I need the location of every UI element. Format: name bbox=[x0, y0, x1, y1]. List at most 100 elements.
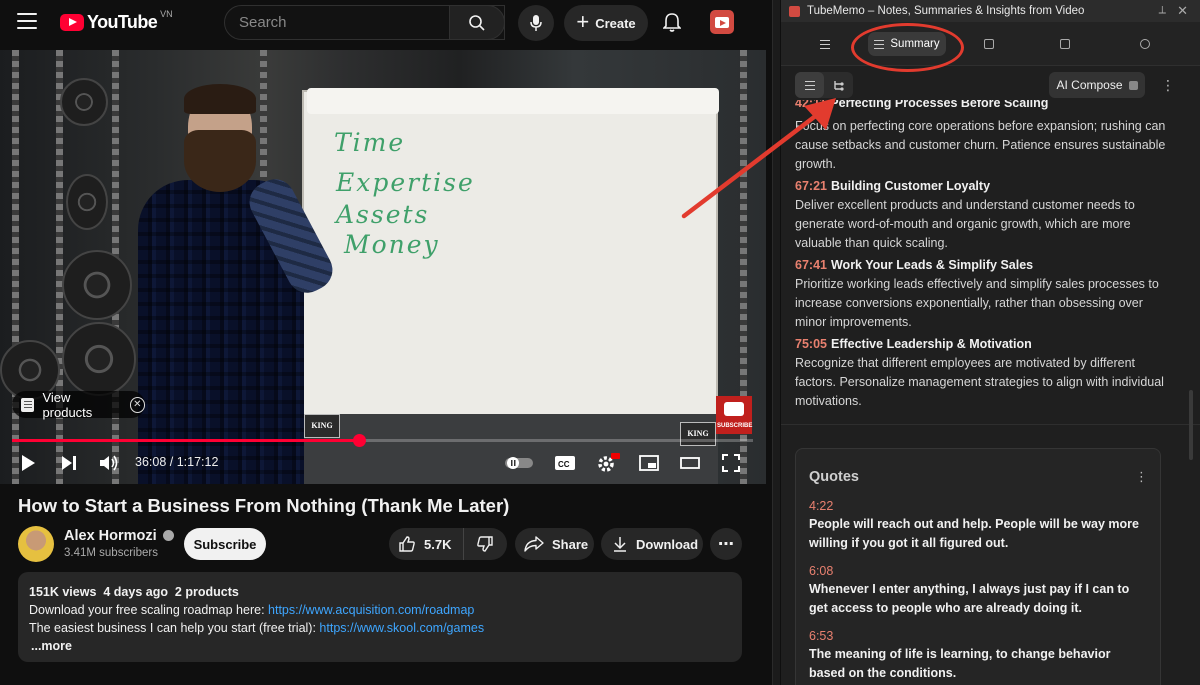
notes-icon bbox=[1060, 39, 1070, 49]
settings-button[interactable] bbox=[596, 451, 620, 475]
download-button[interactable]: Download bbox=[601, 528, 703, 560]
more-actions-button[interactable]: ⋯ bbox=[710, 528, 742, 560]
quote-timestamp[interactable]: 6:53 bbox=[809, 629, 1147, 643]
notifications-button[interactable] bbox=[658, 8, 686, 36]
roadmap-link[interactable]: https://www.acquisition.com/roadmap bbox=[268, 603, 474, 617]
subscriber-count: 3.41M subscribers bbox=[64, 547, 158, 559]
video-player[interactable]: Time Expertise Assets Money KING KING Vi… bbox=[0, 50, 766, 484]
channel-avatar[interactable] bbox=[18, 526, 54, 562]
summary-timestamp[interactable]: 67:41 bbox=[795, 258, 827, 272]
miniplayer-button[interactable] bbox=[638, 451, 660, 475]
like-count: 5.7K bbox=[424, 536, 452, 552]
play-button[interactable] bbox=[18, 451, 38, 475]
svg-text:CC: CC bbox=[558, 460, 570, 469]
download-label: Download bbox=[636, 536, 699, 552]
quote-text: Whenever I enter anything, I always just… bbox=[809, 582, 1130, 615]
create-button[interactable]: + Create bbox=[564, 5, 648, 41]
plus-icon: + bbox=[576, 9, 590, 34]
quote-text: The meaning of life is learning, to chan… bbox=[809, 647, 1111, 680]
more-vertical-icon[interactable]: ⋮ bbox=[1161, 77, 1175, 93]
dislike-button[interactable] bbox=[464, 528, 506, 560]
transcript-icon bbox=[820, 39, 830, 49]
panel-scrollbar[interactable] bbox=[1189, 390, 1193, 460]
youtube-header: YouTube VN Search + Create bbox=[0, 0, 766, 46]
summary-section: 67:41 Work Your Leads & Simplify Sales Pr… bbox=[795, 256, 1175, 332]
skool-link[interactable]: https://www.skool.com/games bbox=[319, 621, 484, 635]
view-products-button[interactable]: View products ✕ bbox=[12, 389, 145, 420]
youtube-logo[interactable]: YouTube VN bbox=[60, 9, 173, 32]
tab-transcript[interactable] bbox=[811, 32, 839, 56]
voice-search-button[interactable] bbox=[518, 5, 554, 41]
whiteboard-text: Assets bbox=[336, 200, 430, 229]
whiteboard-text: Expertise bbox=[336, 168, 475, 197]
autoplay-toggle[interactable] bbox=[504, 451, 534, 475]
quote-timestamp[interactable]: 6:08 bbox=[809, 564, 1147, 578]
subscribe-watermark[interactable] bbox=[716, 396, 752, 434]
channel-name[interactable]: Alex Hormozi bbox=[64, 528, 174, 544]
country-code: VN bbox=[160, 9, 173, 19]
settings-icon bbox=[1140, 39, 1150, 49]
weight-plate bbox=[62, 250, 132, 320]
whiteboard-roll bbox=[307, 88, 719, 114]
create-label: Create bbox=[595, 15, 636, 31]
pin-icon[interactable]: ⟂ bbox=[1159, 4, 1166, 17]
progress-bar[interactable] bbox=[12, 434, 753, 447]
volume-button[interactable] bbox=[98, 451, 120, 475]
captions-icon: CC bbox=[555, 456, 575, 470]
show-more-link[interactable]: ...more bbox=[31, 637, 731, 655]
quote-item: 6:53 The meaning of life is learning, to… bbox=[809, 629, 1147, 683]
tab-settings[interactable] bbox=[1133, 32, 1157, 56]
brand-watermark: KING bbox=[680, 422, 716, 446]
tubememo-extension-button[interactable] bbox=[710, 10, 734, 34]
ai-compose-button[interactable]: AI Compose bbox=[1049, 72, 1145, 98]
description-box[interactable]: 151K views 4 days ago 2 products Downloa… bbox=[18, 572, 742, 662]
quotes-title: Quotes bbox=[809, 469, 859, 485]
gym-rack bbox=[12, 50, 19, 484]
brand-watermark: KING bbox=[304, 414, 340, 438]
quote-item: 6:08 Whenever I enter anything, I always… bbox=[809, 564, 1147, 618]
quote-timestamp[interactable]: 4:22 bbox=[809, 499, 1147, 513]
compose-icon bbox=[1128, 80, 1138, 90]
subscribe-button[interactable]: Subscribe bbox=[184, 528, 266, 560]
progress-scrubber[interactable] bbox=[352, 434, 366, 447]
ai-compose-label: AI Compose bbox=[1056, 78, 1123, 92]
summary-heading-text: Effective Leadership & Motivation bbox=[830, 337, 1032, 351]
whiteboard-text: Money bbox=[344, 230, 440, 259]
share-button[interactable]: Share bbox=[515, 528, 594, 560]
weight-plate bbox=[62, 322, 136, 396]
close-icon[interactable]: ✕ bbox=[129, 396, 145, 413]
shopping-bag-icon bbox=[21, 397, 35, 412]
description-text: The easiest business I can help you star… bbox=[29, 621, 320, 635]
view-products-label: View products bbox=[42, 389, 93, 420]
youtube-play-icon bbox=[60, 13, 84, 31]
chat-icon bbox=[984, 39, 994, 49]
summary-timestamp[interactable]: 75:05 bbox=[795, 337, 827, 351]
list-view-icon bbox=[804, 80, 815, 90]
captions-button[interactable]: CC bbox=[554, 451, 576, 475]
search-button[interactable] bbox=[449, 5, 505, 40]
tab-chat[interactable] bbox=[977, 32, 1001, 56]
fullscreen-icon bbox=[722, 454, 740, 472]
more-vertical-icon[interactable]: ⋮ bbox=[1135, 469, 1148, 485]
tab-notes[interactable] bbox=[1053, 32, 1077, 56]
summary-section: 75:05 Effective Leadership & Motivation R… bbox=[795, 335, 1175, 411]
next-button[interactable] bbox=[58, 451, 80, 475]
miniplayer-icon bbox=[639, 455, 659, 471]
menu-icon[interactable] bbox=[17, 13, 37, 29]
presenter bbox=[130, 84, 340, 484]
weight-plate bbox=[66, 174, 108, 230]
share-label: Share bbox=[552, 536, 589, 552]
like-dislike-group: 5.7K bbox=[389, 528, 507, 560]
like-button[interactable]: 5.7K bbox=[389, 528, 464, 560]
theater-mode-button[interactable] bbox=[679, 451, 701, 475]
time-display: 36:08 / 1:17:12 bbox=[135, 455, 219, 469]
quotes-card: Quotes ⋮ 4:22 People will reach out and … bbox=[795, 448, 1161, 685]
close-icon[interactable]: ✕ bbox=[1177, 3, 1188, 19]
panel-title: TubeMemo – Notes, Summaries & Insights f… bbox=[807, 5, 1085, 17]
summary-heading-text: Work Your Leads & Simplify Sales bbox=[830, 258, 1034, 272]
fullscreen-button[interactable] bbox=[720, 451, 742, 475]
summary-text: Prioritize working leads effectively and… bbox=[795, 277, 1159, 329]
summary-heading: 75:05 Effective Leadership & Motivation bbox=[795, 335, 1175, 354]
share-icon bbox=[524, 536, 544, 552]
theater-icon bbox=[680, 457, 700, 469]
